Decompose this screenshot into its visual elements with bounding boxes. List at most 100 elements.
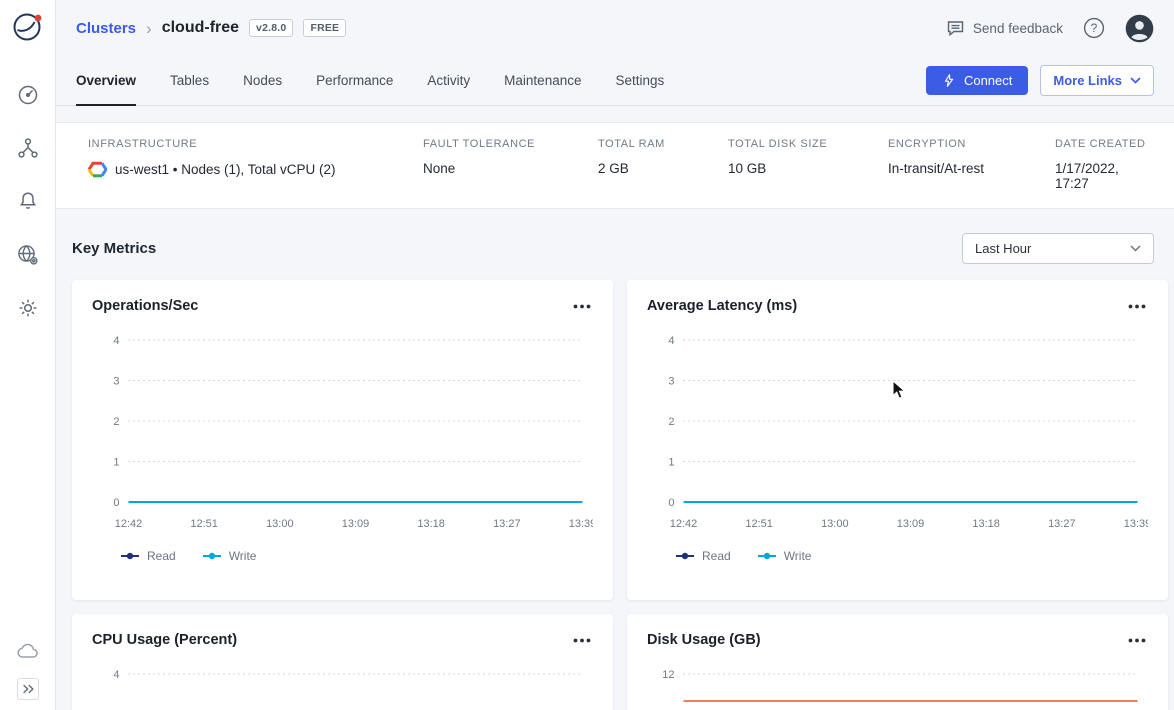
chart-card-cpu: CPU Usage (Percent) 0123412:4212:5113:00… [72, 614, 613, 710]
network-icon[interactable] [17, 137, 39, 159]
bolt-icon [942, 73, 956, 88]
svg-text:13:27: 13:27 [1048, 518, 1076, 530]
sidebar-bottom [16, 640, 40, 700]
chart-card-disk: Disk Usage (GB) 03691212:4212:5113:0013:… [627, 614, 1168, 710]
info-total-ram: TOTAL RAM 2 GB [598, 138, 728, 191]
connect-button[interactable]: Connect [926, 66, 1028, 95]
chart-card-latency: Average Latency (ms) 0 1 2 3 4 12:42 12:51 13:0… [627, 280, 1168, 600]
svg-text:12:42: 12:42 [670, 518, 698, 530]
app-logo-icon[interactable] [12, 11, 44, 48]
ellipsis-icon [1128, 638, 1146, 643]
chevron-down-icon [1130, 77, 1141, 84]
svg-text:0: 0 [668, 497, 674, 509]
svg-text:13:18: 13:18 [417, 518, 445, 530]
svg-text:12:51: 12:51 [745, 518, 773, 530]
info-date-created: DATE CREATED 1/17/2022, 17:27 [1055, 138, 1150, 191]
chart-menu-button[interactable] [1126, 634, 1148, 647]
more-links-button[interactable]: More Links [1040, 65, 1154, 96]
breadcrumb: Clusters › cloud-free v2.8.0 FREE [76, 19, 346, 37]
feedback-bubble-icon [946, 20, 965, 37]
svg-text:1: 1 [668, 457, 674, 469]
svg-text:13:39: 13:39 [1124, 518, 1148, 530]
tabs: Overview Tables Nodes Performance Activi… [76, 56, 664, 105]
chart-title: Disk Usage (GB) [647, 632, 761, 648]
svg-text:1: 1 [113, 457, 119, 469]
globe-gear-icon[interactable] [16, 243, 39, 266]
help-button[interactable]: ? [1083, 17, 1105, 39]
chart-card-operations: Operations/Sec 0123412:4212:5113:0013:09… [72, 280, 613, 600]
svg-text:13:39: 13:39 [569, 518, 593, 530]
main-area: Clusters › cloud-free v2.8.0 FREE Send f… [56, 0, 1174, 710]
chart-legend: ReadWrite [647, 549, 1148, 563]
plan-badge: FREE [303, 19, 346, 37]
version-badge: v2.8.0 [249, 19, 293, 37]
svg-text:13:09: 13:09 [897, 518, 925, 530]
chart-plot: 0 1 2 3 4 12:42 12:51 13:00 13:09 13:18 13:27 13:39 [647, 326, 1148, 541]
chart-menu-button[interactable] [571, 300, 593, 313]
key-metrics-title: Key Metrics [72, 240, 156, 257]
charts-grid: Operations/Sec 0 1 2 3 4 12:42 12:51 13:00 13:09… [72, 280, 1168, 710]
gcp-icon [88, 161, 107, 178]
chart-legend: Read Write [92, 549, 593, 563]
sidebar-expand-button[interactable] [17, 678, 39, 700]
svg-text:4: 4 [113, 335, 119, 347]
breadcrumb-clusters-link[interactable]: Clusters [76, 20, 136, 37]
legend-item: Write [202, 549, 257, 563]
tab-actions: Connect More Links [926, 56, 1154, 105]
sidebar-nav [16, 84, 39, 319]
tab-nodes[interactable]: Nodes [243, 56, 282, 106]
time-range-select[interactable]: Last Hour [962, 233, 1154, 264]
svg-text:12:51: 12:51 [190, 518, 218, 530]
gauge-icon[interactable] [17, 84, 39, 106]
svg-text:13:27: 13:27 [493, 518, 521, 530]
svg-text:4: 4 [668, 335, 674, 347]
tab-overview[interactable]: Overview [76, 56, 136, 106]
cloud-icon[interactable] [16, 640, 40, 662]
svg-text:12:42: 12:42 [115, 518, 143, 530]
top-header: Clusters › cloud-free v2.8.0 FREE Send f… [56, 0, 1174, 56]
tab-bar: Overview Tables Nodes Performance Activi… [56, 56, 1174, 106]
tab-settings[interactable]: Settings [615, 56, 664, 106]
svg-text:3: 3 [668, 376, 674, 388]
svg-text:3: 3 [113, 376, 119, 388]
svg-text:0: 0 [113, 497, 119, 509]
tab-maintenance[interactable]: Maintenance [504, 56, 581, 106]
user-avatar[interactable] [1125, 14, 1154, 43]
svg-text:2: 2 [113, 416, 119, 428]
cluster-name: cloud-free [162, 19, 239, 37]
svg-text:?: ? [1091, 21, 1098, 35]
tab-activity[interactable]: Activity [427, 56, 470, 106]
chart-plot: 0123412:4212:5113:0013:0913:1813:2713:39 [92, 326, 593, 541]
cluster-info-bar: INFRASTRUCTURE us-west1 • Nodes (1), Tot… [56, 122, 1174, 209]
ellipsis-icon [573, 638, 591, 643]
tab-tables[interactable]: Tables [170, 56, 209, 106]
legend-item: Read [675, 549, 731, 563]
chart-plot: 0123412:4212:5113:0013:0913:1813:2713:39 [92, 660, 593, 710]
info-total-disk-size: TOTAL DISK SIZE 10 GB [728, 138, 888, 191]
breadcrumb-chevron-icon: › [146, 20, 152, 37]
ellipsis-icon [1128, 304, 1146, 309]
chevron-down-icon [1130, 245, 1141, 252]
info-infrastructure: INFRASTRUCTURE us-west1 • Nodes (1), Tot… [88, 138, 423, 191]
gear-icon[interactable] [17, 297, 39, 319]
chart-menu-button[interactable] [571, 634, 593, 647]
info-fault-tolerance: FAULT TOLERANCE None [423, 138, 598, 191]
info-encryption: ENCRYPTION In-transit/At-rest [888, 138, 1055, 191]
svg-text:2: 2 [668, 416, 674, 428]
svg-text:13:00: 13:00 [821, 518, 849, 530]
chart-plot: 03691212:4212:5113:0013:0913:1813:2713:3… [647, 660, 1148, 710]
sidebar [0, 0, 56, 710]
send-feedback-button[interactable]: Send feedback [946, 20, 1063, 37]
header-actions: Send feedback ? [946, 14, 1154, 43]
svg-text:13:18: 13:18 [972, 518, 1000, 530]
tab-performance[interactable]: Performance [316, 56, 393, 106]
chart-title: Average Latency (ms) [647, 298, 797, 314]
ellipsis-icon [573, 304, 591, 309]
chart-menu-button[interactable] [1126, 300, 1148, 313]
bell-icon[interactable] [17, 190, 39, 212]
chart-title: CPU Usage (Percent) [92, 632, 237, 648]
svg-text:13:09: 13:09 [342, 518, 370, 530]
svg-text:4: 4 [113, 669, 119, 681]
chart-title: Operations/Sec [92, 298, 198, 314]
legend-item: Read [120, 549, 176, 563]
